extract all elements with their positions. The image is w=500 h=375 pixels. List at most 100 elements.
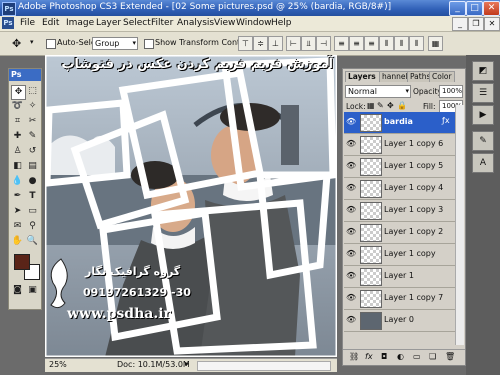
align-left-button[interactable]: ⊢	[286, 36, 301, 51]
visibility-eye-icon[interactable]: 👁	[346, 271, 356, 281]
add-mask-icon[interactable]: ◘	[381, 352, 387, 361]
lock-image-icon[interactable]: ✎	[377, 101, 384, 110]
layer-row[interactable]: 👁 Layer 0	[344, 310, 455, 332]
lock-all-icon[interactable]: 🔒	[397, 101, 407, 110]
maximize-button[interactable]: □	[466, 1, 483, 16]
shape-tool-icon[interactable]: ▭	[26, 205, 39, 218]
visibility-eye-icon[interactable]: 👁	[346, 315, 356, 325]
menu-help[interactable]: Help	[271, 18, 292, 28]
clone-stamp-tool-icon[interactable]: ♙	[11, 145, 24, 158]
slice-tool-icon[interactable]: ✂	[26, 115, 39, 128]
visibility-eye-icon[interactable]: 👁	[346, 293, 356, 303]
menu-select[interactable]: Select	[123, 18, 151, 28]
menu-image[interactable]: Image	[66, 18, 94, 28]
menu-file[interactable]: File	[20, 18, 35, 28]
layer-row[interactable]: 👁 Layer 1	[344, 266, 455, 288]
auto-select-dropdown[interactable]: Group ▾	[92, 37, 138, 50]
layer-row[interactable]: 👁 Layer 1 copy 4	[344, 178, 455, 200]
visibility-eye-icon[interactable]: 👁	[346, 227, 356, 237]
gradient-tool-icon[interactable]: ▤	[26, 160, 39, 173]
history-brush-tool-icon[interactable]: ↺	[26, 145, 39, 158]
visibility-eye-icon[interactable]: 👁	[346, 117, 356, 127]
menu-window[interactable]: Window	[236, 18, 272, 28]
notes-tool-icon[interactable]: ✉	[11, 220, 24, 233]
distribute-vcenter-button[interactable]: ≡	[349, 36, 364, 51]
eyedropper-tool-icon[interactable]: ⚲	[26, 220, 39, 233]
menu-filter[interactable]: Filter	[151, 18, 173, 28]
brush-tool-icon[interactable]: ✎	[26, 130, 39, 143]
brushes-panel-icon[interactable]: ✎	[472, 131, 494, 151]
visibility-eye-icon[interactable]: 👁	[346, 249, 356, 259]
actions-panel-icon[interactable]: ▶	[472, 105, 494, 125]
layer-row[interactable]: 👁 Layer 1 copy 2	[344, 222, 455, 244]
document-canvas[interactable]: آموزش فریم فریم کردن عکس در فتوشاپ گروه …	[45, 55, 337, 357]
marquee-tool-icon[interactable]: ⬚	[26, 85, 39, 98]
tool-preset-arrow-icon[interactable]: ▾	[30, 38, 34, 46]
new-layer-icon[interactable]: ❏	[429, 352, 436, 361]
align-hcenter-button[interactable]: ⫫	[301, 36, 316, 51]
distribute-hcenter-button[interactable]: ⦀	[394, 36, 409, 51]
menu-analysis[interactable]: Analysis	[177, 18, 214, 28]
align-right-button[interactable]: ⊣	[316, 36, 331, 51]
layer-row[interactable]: 👁 Layer 1 copy 6	[344, 134, 455, 156]
lasso-tool-icon[interactable]: ➰	[11, 100, 24, 113]
link-layers-icon[interactable]: ⛓	[349, 352, 359, 361]
distribute-bottom-button[interactable]: ≡	[364, 36, 379, 51]
quick-mask-icon[interactable]: ◙	[11, 284, 24, 297]
visibility-eye-icon[interactable]: 👁	[346, 139, 356, 149]
navigator-panel-icon[interactable]: ◩	[472, 61, 494, 81]
history-panel-icon[interactable]: ☰	[472, 83, 494, 103]
status-menu-arrow-icon[interactable]: ▸	[185, 359, 189, 368]
opacity-field[interactable]: 100%	[439, 85, 463, 98]
blend-mode-dropdown[interactable]: Normal ▾	[345, 85, 411, 98]
add-layer-style-icon[interactable]: fx	[365, 352, 373, 361]
align-bottom-button[interactable]: ⊥	[268, 36, 283, 51]
tab-color[interactable]: Color	[429, 71, 455, 82]
layer-row[interactable]: 👁 Layer 1 copy 3	[344, 200, 455, 222]
auto-select-checkbox[interactable]	[46, 39, 56, 49]
align-vcenter-button[interactable]: ≑	[253, 36, 268, 51]
align-top-button[interactable]: ⊤	[238, 36, 253, 51]
layer-row[interactable]: 👁 Layer 1 copy	[344, 244, 455, 266]
move-tool-icon[interactable]: ✥	[12, 37, 21, 50]
layer-style-fx-icon[interactable]: ƒx	[442, 116, 450, 125]
menu-view[interactable]: View	[214, 18, 235, 28]
lock-transparency-icon[interactable]: ▦	[367, 101, 375, 110]
doc-minimize-button[interactable]: _	[452, 17, 468, 31]
move-tool-icon[interactable]: ✥	[11, 85, 26, 100]
distribute-right-button[interactable]: ⦀	[409, 36, 424, 51]
foreground-color-swatch[interactable]	[14, 254, 30, 270]
visibility-eye-icon[interactable]: 👁	[346, 205, 356, 215]
horizontal-scrollbar[interactable]	[197, 361, 331, 371]
new-group-icon[interactable]: ▭	[413, 352, 421, 361]
screen-mode-icon[interactable]: ▣	[26, 284, 39, 297]
character-panel-icon[interactable]: A	[472, 153, 494, 173]
magic-wand-tool-icon[interactable]: ✧	[26, 100, 39, 113]
path-selection-tool-icon[interactable]: ➤	[11, 205, 24, 218]
layer-row[interactable]: 👁 Layer 1 copy 5	[344, 156, 455, 178]
healing-brush-tool-icon[interactable]: ✚	[11, 130, 24, 143]
pen-tool-icon[interactable]: ✒	[11, 190, 24, 203]
close-button[interactable]: ✕	[483, 1, 500, 16]
menu-layer[interactable]: Layer	[96, 18, 121, 28]
adjustment-layer-icon[interactable]: ◐	[397, 352, 404, 361]
layer-row[interactable]: 👁 Layer 1 copy 7	[344, 288, 455, 310]
lock-position-icon[interactable]: ✥	[387, 101, 394, 110]
delete-layer-icon[interactable]: 🗑	[445, 352, 455, 361]
dodge-tool-icon[interactable]: ●	[26, 175, 39, 188]
auto-align-button[interactable]: ▦	[428, 36, 443, 51]
visibility-eye-icon[interactable]: 👁	[346, 183, 356, 193]
show-transform-checkbox[interactable]	[144, 39, 154, 49]
hand-tool-icon[interactable]: ✋	[11, 235, 24, 248]
type-tool-icon[interactable]: T	[26, 190, 39, 203]
doc-close-button[interactable]: ✕	[484, 17, 500, 31]
zoom-tool-icon[interactable]: 🔍	[26, 235, 39, 248]
layer-row-bardia[interactable]: 👁 bardia ƒx	[344, 112, 455, 134]
minimize-button[interactable]: _	[449, 1, 466, 16]
menu-edit[interactable]: Edit	[42, 18, 59, 28]
distribute-top-button[interactable]: ≡	[334, 36, 349, 51]
crop-tool-icon[interactable]: ⌗	[11, 115, 24, 128]
zoom-level[interactable]: 25%	[49, 360, 67, 369]
eraser-tool-icon[interactable]: ◧	[11, 160, 24, 173]
layers-scrollbar[interactable]	[455, 105, 464, 345]
